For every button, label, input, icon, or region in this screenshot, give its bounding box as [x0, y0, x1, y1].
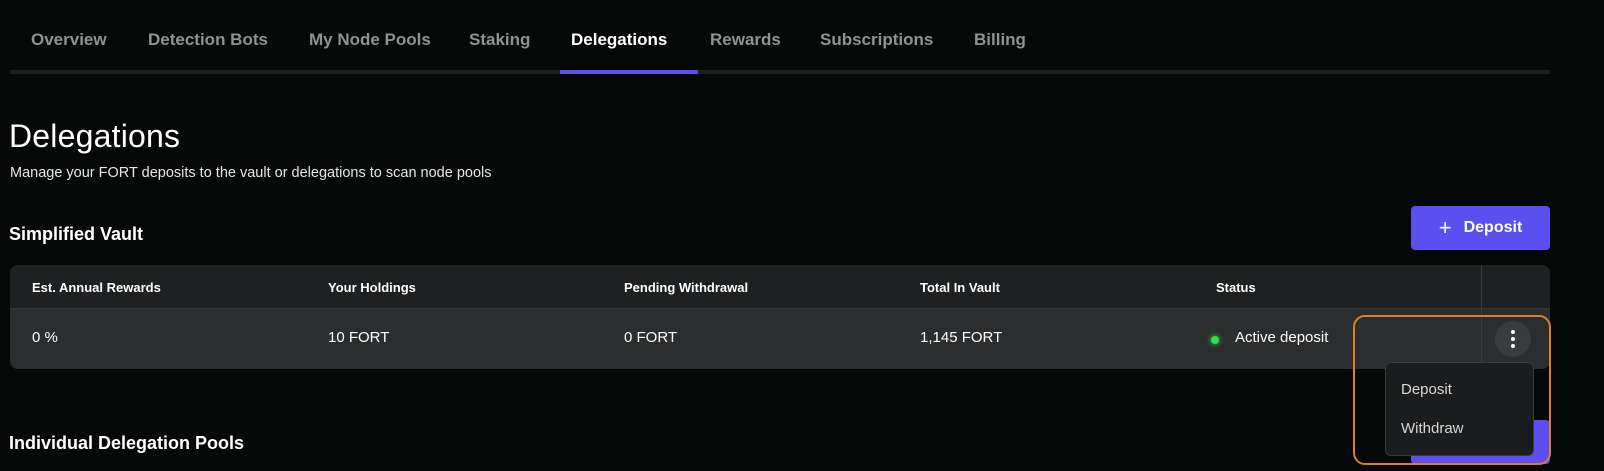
- row-actions-menu: Deposit Withdraw: [1385, 362, 1534, 456]
- tab-billing[interactable]: Billing: [974, 30, 1026, 50]
- page-subtitle: Manage your FORT deposits to the vault o…: [10, 165, 492, 181]
- column-header-total-in-vault: Total In Vault: [920, 280, 1000, 295]
- tab-overview[interactable]: Overview: [31, 30, 107, 50]
- deposit-button[interactable]: + Deposit: [1411, 206, 1550, 250]
- column-header-pending-withdrawal: Pending Withdrawal: [624, 280, 749, 295]
- vault-table: Est. Annual Rewards Your Holdings Pendin…: [10, 265, 1550, 369]
- tab-delegations[interactable]: Delegations: [571, 30, 667, 50]
- status-value: Active deposit: [1235, 329, 1329, 346]
- status-dot-icon: [1211, 336, 1219, 344]
- menu-item-deposit[interactable]: Deposit: [1401, 381, 1452, 398]
- plus-icon: +: [1438, 215, 1452, 240]
- page-title: Delegations: [9, 118, 181, 154]
- your-holdings-value: 10 FORT: [328, 329, 390, 346]
- column-header-your-holdings: Your Holdings: [328, 280, 416, 295]
- individual-delegation-pools-title: Individual Delegation Pools: [9, 433, 245, 453]
- active-tab-indicator: [560, 70, 698, 74]
- more-vertical-icon: [1511, 330, 1515, 348]
- tab-rewards[interactable]: Rewards: [710, 30, 781, 50]
- table-row: 0 % 10 FORT 0 FORT 1,145 FORT Active dep…: [10, 309, 1550, 369]
- table-header: Est. Annual Rewards Your Holdings Pendin…: [10, 265, 1550, 309]
- est-annual-rewards-value: 0 %: [32, 329, 58, 346]
- simplified-vault-title: Simplified Vault: [9, 224, 144, 244]
- column-divider: [1481, 265, 1482, 369]
- total-in-vault-value: 1,145 FORT: [920, 329, 1003, 346]
- column-header-est-annual-rewards: Est. Annual Rewards: [32, 280, 161, 295]
- tab-my-node-pools[interactable]: My Node Pools: [309, 30, 431, 50]
- pending-withdrawal-value: 0 FORT: [624, 329, 678, 346]
- tab-subscriptions[interactable]: Subscriptions: [820, 30, 933, 50]
- menu-item-withdraw[interactable]: Withdraw: [1401, 420, 1464, 437]
- tab-detection-bots[interactable]: Detection Bots: [148, 30, 268, 50]
- deposit-button-label: Deposit: [1463, 219, 1523, 236]
- column-header-status: Status: [1216, 280, 1256, 295]
- row-actions-button[interactable]: [1495, 321, 1531, 357]
- tab-bar: Overview Detection Bots My Node Pools St…: [10, 0, 1550, 74]
- tab-staking[interactable]: Staking: [469, 30, 530, 50]
